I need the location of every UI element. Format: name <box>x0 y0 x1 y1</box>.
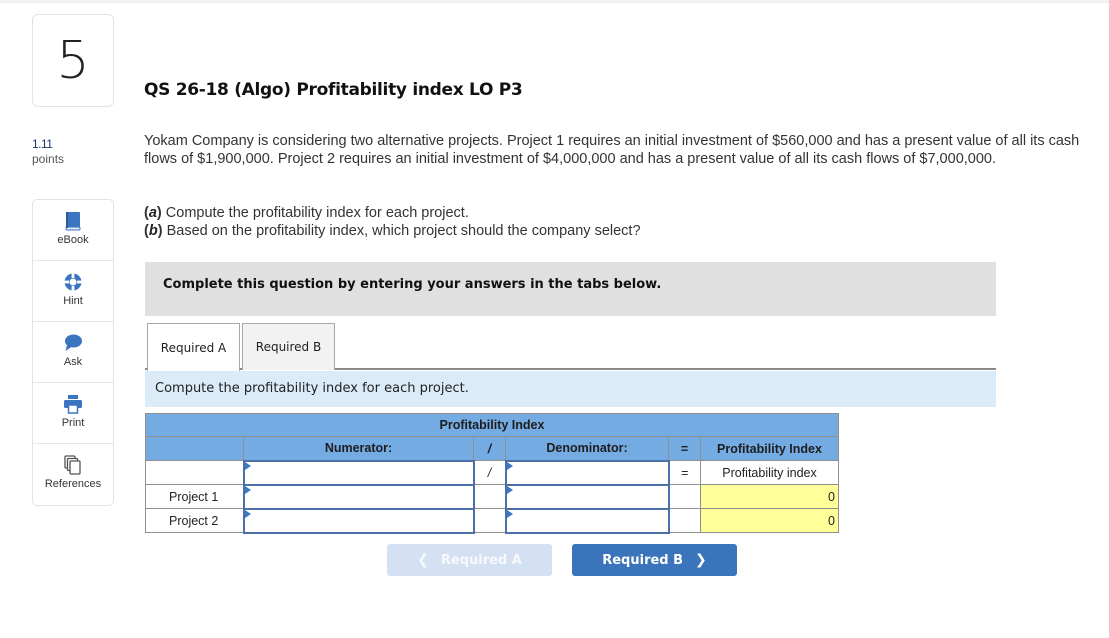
prev-required-a-button[interactable]: ❮ Required A <box>387 544 552 576</box>
denominator-input-cell <box>504 483 670 510</box>
project-1-numerator-input[interactable] <box>244 486 473 507</box>
documents-icon <box>64 455 81 475</box>
tool-label: Ask <box>63 356 83 368</box>
question-part-b: (b) Based on the profitability index, wh… <box>144 223 641 239</box>
project-2-denominator-input[interactable] <box>506 510 668 531</box>
part-tag: b <box>148 223 158 239</box>
question-part-a: (a) Compute the profitability index for … <box>144 205 469 221</box>
printer-icon <box>64 395 82 414</box>
divide-sign: / <box>473 460 506 485</box>
denominator-label-input-cell <box>504 459 670 486</box>
table-row: Project 2 0 <box>145 507 839 534</box>
numerator-label-input[interactable] <box>244 462 473 483</box>
next-button-label: Required B <box>602 552 684 568</box>
tab-instruction: Compute the profitability index for each… <box>145 371 996 407</box>
points-label: points <box>32 152 65 166</box>
book-icon <box>65 212 81 231</box>
tool-label: eBook <box>57 234 89 246</box>
numerator-label-input-cell <box>242 459 475 486</box>
tab-required-a[interactable]: Required A <box>147 323 240 371</box>
input-flag-icon <box>506 461 513 470</box>
part-tag: a <box>148 205 157 221</box>
instructions-banner: Complete this question by entering your … <box>145 262 996 316</box>
tool-label: Print <box>61 417 85 429</box>
tool-references[interactable]: References <box>33 444 113 505</box>
next-required-b-button[interactable]: Required B ❯ <box>572 544 737 576</box>
header-equals: = <box>668 436 701 461</box>
input-flag-icon <box>244 461 251 470</box>
speech-bubble-icon <box>65 334 82 351</box>
input-flag-icon <box>244 485 251 494</box>
table-header-row: Numerator: / Denominator: = Profitabilit… <box>145 436 839 461</box>
points-value: 1.11 <box>32 137 53 151</box>
project-1-denominator-input[interactable] <box>506 486 668 507</box>
chevron-left-icon: ❮ <box>417 552 429 568</box>
tool-print[interactable]: Print <box>33 383 113 444</box>
question-title: QS 26-18 (Algo) Profitability index LO P… <box>144 80 523 100</box>
equals-sign: = <box>668 460 701 485</box>
denominator-label-input[interactable] <box>506 462 668 483</box>
part-text: Compute the profitability index for each… <box>165 205 469 221</box>
tab-required-b[interactable]: Required B <box>242 323 335 370</box>
part-text: Based on the profitability index, which … <box>166 223 641 239</box>
lifebuoy-icon <box>64 273 82 291</box>
table-label-row: / = Profitability index <box>145 459 839 486</box>
equals-cell <box>668 484 701 509</box>
question-prompt: Yokam Company is considering two alterna… <box>144 133 1080 167</box>
input-flag-icon <box>244 509 251 518</box>
tool-hint[interactable]: Hint <box>33 261 113 322</box>
project-1-result: 0 <box>700 484 839 509</box>
row-label-blank <box>145 460 244 485</box>
question-number: 5 <box>32 14 114 107</box>
tab-bar: Required A Required B <box>145 322 996 371</box>
question-parts: (a) Compute the profitability index for … <box>144 204 641 240</box>
tool-label: References <box>44 478 102 490</box>
points-block: 1.11 points <box>32 137 64 167</box>
project-label: Project 2 <box>145 508 244 533</box>
result-label: Profitability index <box>700 460 839 485</box>
project-2-numerator-input[interactable] <box>244 510 473 531</box>
header-denominator: Denominator: <box>505 436 669 461</box>
input-flag-icon <box>506 485 513 494</box>
profitability-index-table: Profitability Index Numerator: / Denomin… <box>145 413 839 534</box>
denominator-input-cell <box>504 507 670 534</box>
tools-sidebar: eBook Hint Ask Print References <box>32 199 114 506</box>
input-flag-icon <box>506 509 513 518</box>
tool-label: Hint <box>63 295 83 307</box>
top-divider <box>0 0 1109 3</box>
table-title: Profitability Index <box>145 413 839 437</box>
header-numerator: Numerator: <box>243 436 474 461</box>
table-row: Project 1 0 <box>145 483 839 510</box>
divide-cell <box>473 484 506 509</box>
header-divide: / <box>473 436 506 461</box>
numerator-input-cell <box>242 483 475 510</box>
equals-cell <box>668 508 701 533</box>
numerator-input-cell <box>242 507 475 534</box>
project-label: Project 1 <box>145 484 244 509</box>
header-result: Profitability Index <box>700 436 839 461</box>
chevron-right-icon: ❯ <box>695 552 707 568</box>
divide-cell <box>473 508 506 533</box>
tool-ebook[interactable]: eBook <box>33 200 113 261</box>
table-title-row: Profitability Index <box>145 413 839 437</box>
tool-ask[interactable]: Ask <box>33 322 113 383</box>
project-2-result: 0 <box>700 508 839 533</box>
prev-button-label: Required A <box>440 552 522 568</box>
header-blank <box>145 436 244 461</box>
